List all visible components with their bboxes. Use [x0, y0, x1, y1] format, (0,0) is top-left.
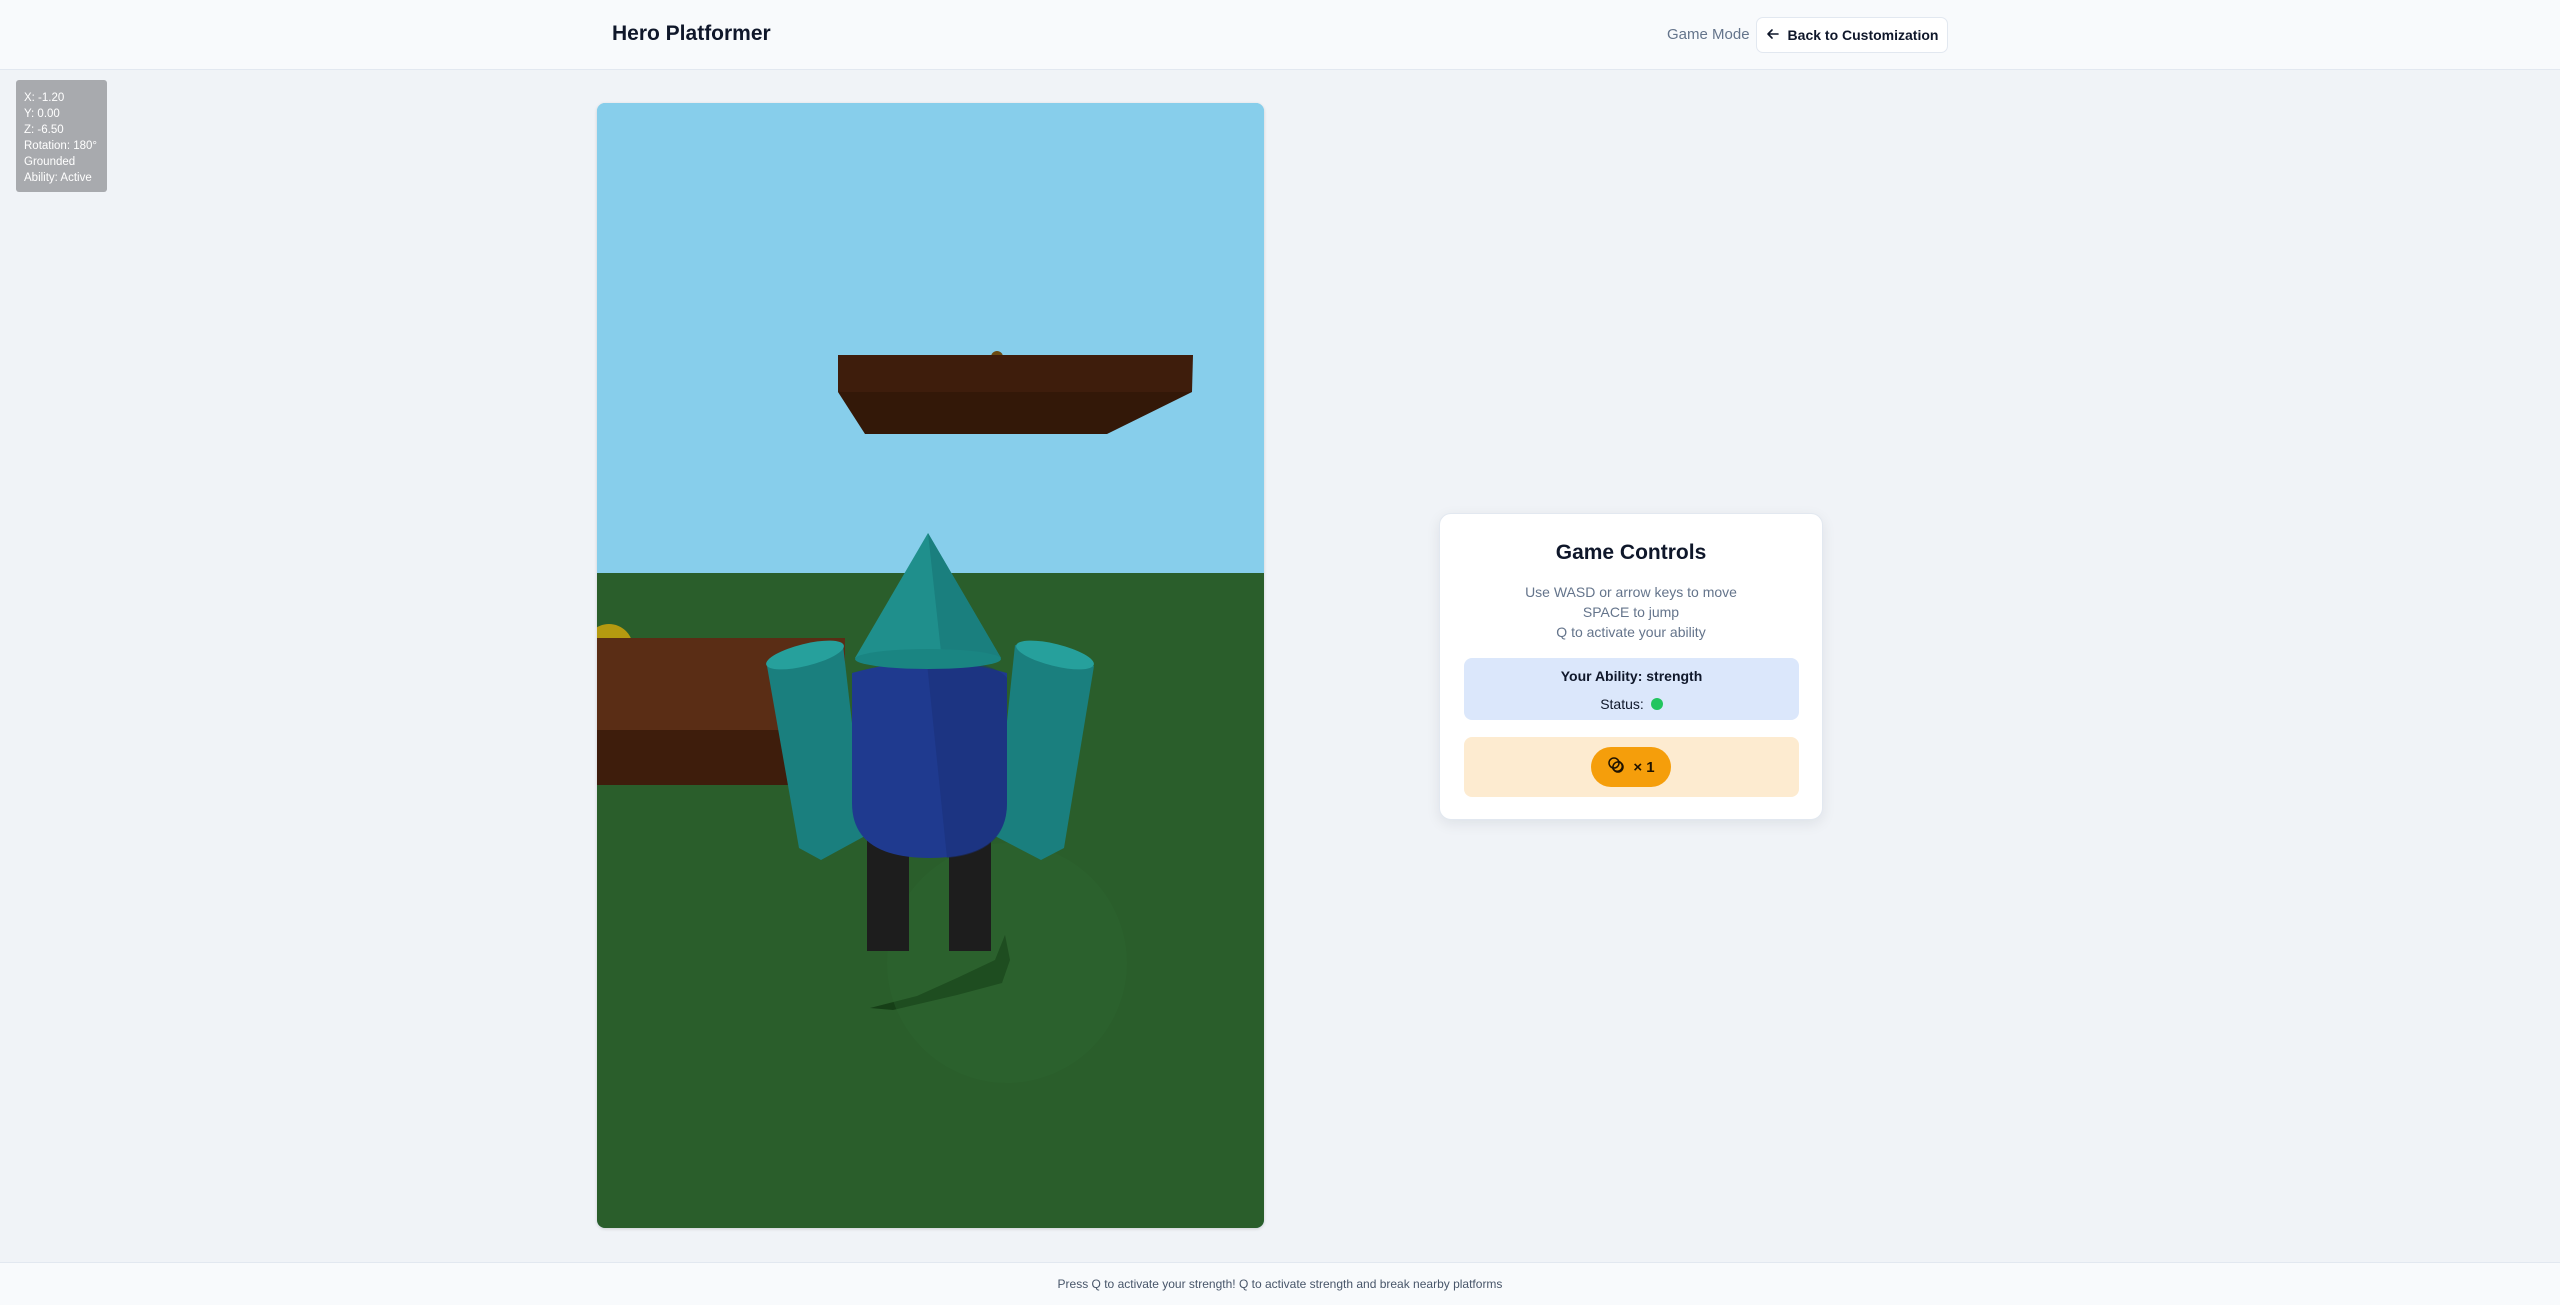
status-label: Status: [1600, 696, 1644, 712]
game-controls-panel: Game Controls Use WASD or arrow keys to … [1439, 513, 1823, 820]
instruction-jump: SPACE to jump [1582, 604, 1680, 620]
coin-count: × 1 [1633, 758, 1655, 776]
back-button-label: Back to Customization [1787, 27, 1939, 43]
coin-counter: × 1 [1591, 747, 1671, 787]
ability-status: Status: [1464, 696, 1799, 712]
top-bar: Hero Platformer Game Mode Back to Custom… [0, 0, 2560, 70]
status-indicator [1650, 698, 1663, 710]
hero-head-base [855, 649, 1001, 669]
coins-icon [1607, 756, 1625, 778]
instruction-move: Use WASD or arrow keys to move [1525, 584, 1737, 600]
hero-shadow-blob [887, 843, 1127, 1083]
sky [597, 103, 1264, 573]
footer-hint: Press Q to activate your strength! Q to … [1057, 1277, 1503, 1291]
debug-rotation: Rotation: 180° [24, 140, 98, 152]
debug-overlay: X: -1.20 Y: 0.00 Z: -6.50 Rotation: 180°… [16, 80, 107, 192]
game-viewport[interactable] [597, 103, 1264, 1228]
game-mode-label: Game Mode [1667, 26, 1750, 43]
game-scene [597, 103, 1264, 1228]
debug-y: Y: 0.00 [24, 108, 60, 120]
debug-z: Z: -6.50 [24, 124, 64, 136]
debug-grounded: Grounded [24, 156, 76, 168]
app-title: Hero Platformer [612, 22, 771, 45]
controls-title: Game Controls [1555, 541, 1707, 564]
arrow-left-icon [1766, 27, 1780, 44]
far-platform-top [838, 355, 1193, 392]
instruction-ability: Q to activate your ability [1556, 624, 1706, 640]
ability-card: Your Ability: strength Status: [1464, 658, 1799, 720]
controls-instructions: Use WASD or arrow keys to move SPACE to … [1440, 582, 1822, 642]
back-to-customization-button[interactable]: Back to Customization [1756, 17, 1948, 53]
coin-counter-box: × 1 [1464, 737, 1799, 797]
footer-bar: Press Q to activate your strength! Q to … [0, 1262, 2560, 1305]
debug-x: X: -1.20 [24, 92, 65, 104]
ability-label: Your Ability: strength [1560, 668, 1703, 684]
debug-ability: Ability: Active [24, 172, 92, 184]
